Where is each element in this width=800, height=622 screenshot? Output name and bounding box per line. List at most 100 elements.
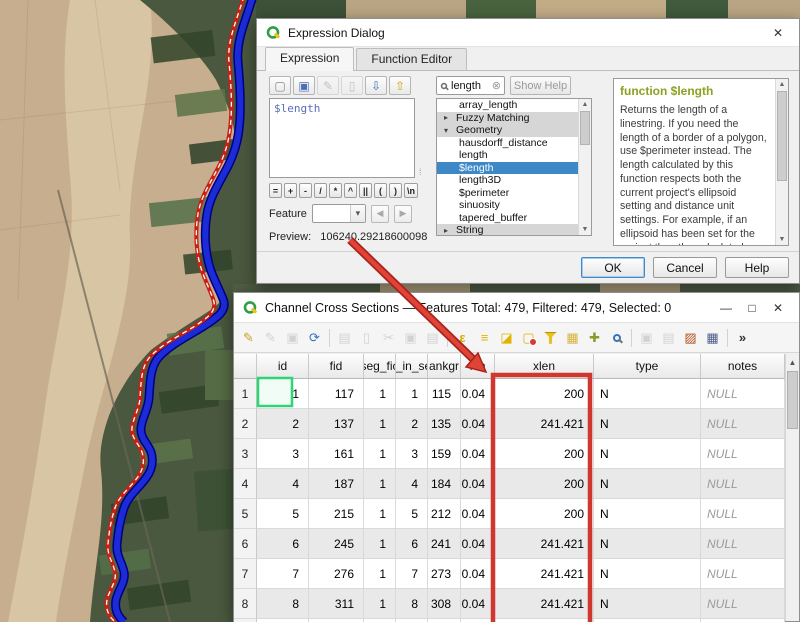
scroll-up-icon[interactable]: ▲ xyxy=(779,79,786,90)
cell-seg_fic[interactable]: 1 xyxy=(364,469,396,499)
cell-fid[interactable]: 215 xyxy=(309,499,364,529)
column-header-type[interactable]: type xyxy=(594,354,701,379)
cell-type[interactable]: N xyxy=(594,499,701,529)
row-number[interactable]: 1 xyxy=(234,379,257,409)
cell-id[interactable]: 6 xyxy=(257,529,309,559)
cell-fcn[interactable]: 0.04 xyxy=(461,529,495,559)
cell-xlen[interactable]: 241.421 xyxy=(495,409,594,439)
cell-r_in_se[interactable]: 6 xyxy=(396,529,428,559)
cell-type[interactable]: N xyxy=(594,379,701,409)
operator-button[interactable]: ) xyxy=(389,183,402,198)
cell-fid[interactable]: 187 xyxy=(309,469,364,499)
cell-notes[interactable]: NULL xyxy=(701,409,785,439)
cell-r_in_se[interactable]: 7 xyxy=(396,559,428,589)
next-feature-button[interactable]: ▶ xyxy=(394,205,412,223)
cell-type[interactable]: N xyxy=(594,589,701,619)
feature-combobox[interactable]: ▾ xyxy=(312,204,366,223)
cell-ankgr[interactable]: 273 xyxy=(428,559,461,589)
filter-form-icon[interactable] xyxy=(540,327,561,348)
import-expressions-icon[interactable]: ⇩ xyxy=(365,76,387,95)
chevron-right-icon[interactable]: ▸ xyxy=(444,113,452,122)
cell-seg_fic[interactable]: 1 xyxy=(364,379,396,409)
cancel-button[interactable]: Cancel xyxy=(653,257,717,278)
tab-expression[interactable]: Expression xyxy=(265,47,354,71)
cell-xlen[interactable]: 200 xyxy=(495,439,594,469)
cell-xlen[interactable]: 241.421 xyxy=(495,529,594,559)
select-all-icon[interactable]: ≡ xyxy=(474,327,495,348)
tree-item-hausdorff-distance[interactable]: hausdorff_distance xyxy=(437,137,578,150)
tree-item-string[interactable]: ▸String xyxy=(437,224,578,236)
cell-type[interactable]: N xyxy=(594,409,701,439)
row-number[interactable]: 8 xyxy=(234,589,257,619)
cell-seg_fic[interactable]: 1 xyxy=(364,559,396,589)
cell-ankgr[interactable]: 212 xyxy=(428,499,461,529)
scroll-up-icon[interactable]: ▲ xyxy=(582,99,589,110)
toggle-editing-icon[interactable]: ✎ xyxy=(238,327,259,348)
column-header-fid[interactable]: fid xyxy=(309,354,364,379)
invert-selection-icon[interactable]: ◪ xyxy=(496,327,517,348)
column-header-r_in_se[interactable]: r_in_se xyxy=(396,354,428,379)
tree-item-tapered-buffer[interactable]: tapered_buffer xyxy=(437,212,578,225)
paste-cells-icon[interactable]: ▤ xyxy=(658,327,679,348)
cell-fid[interactable]: 311 xyxy=(309,589,364,619)
conditional-formatting-icon[interactable]: ▨ xyxy=(680,327,701,348)
cell-r_in_se[interactable]: 8 xyxy=(396,589,428,619)
scroll-up-icon[interactable]: ▲ xyxy=(786,354,799,370)
cell-fid[interactable]: 276 xyxy=(309,559,364,589)
zoom-to-selection-icon[interactable] xyxy=(606,327,627,348)
previous-feature-button[interactable]: ◀ xyxy=(371,205,389,223)
cell-id[interactable]: 7 xyxy=(257,559,309,589)
cell-notes[interactable]: NULL xyxy=(701,589,785,619)
cell-r_in_se[interactable]: 5 xyxy=(396,499,428,529)
copy-cells-icon[interactable]: ▣ xyxy=(636,327,657,348)
cell-notes[interactable]: NULL xyxy=(701,499,785,529)
scroll-down-icon[interactable]: ▼ xyxy=(779,234,786,245)
more-tools-icon[interactable]: » xyxy=(732,327,753,348)
cell-type[interactable]: N xyxy=(594,559,701,589)
cell-type[interactable]: N xyxy=(594,469,701,499)
cell-notes[interactable]: NULL xyxy=(701,529,785,559)
multi-edit-icon[interactable]: ✎ xyxy=(260,327,281,348)
cell-fid[interactable]: 161 xyxy=(309,439,364,469)
cell-xlen[interactable]: 200 xyxy=(495,379,594,409)
cut-features-icon[interactable]: ✂ xyxy=(378,327,399,348)
cell-xlen[interactable]: 200 xyxy=(495,469,594,499)
cell-notes[interactable]: NULL xyxy=(701,469,785,499)
cell-id[interactable]: 1 xyxy=(257,379,309,409)
tree-item--length[interactable]: $length xyxy=(437,162,578,175)
cell-ankgr[interactable]: 308 xyxy=(428,589,461,619)
maximize-icon[interactable]: □ xyxy=(739,297,765,319)
export-expressions-icon[interactable]: ⇧ xyxy=(389,76,411,95)
cell-xlen[interactable]: 200 xyxy=(495,499,594,529)
cell-notes[interactable]: NULL xyxy=(701,379,785,409)
reload-table-icon[interactable]: ⟳ xyxy=(304,327,325,348)
cell-id[interactable]: 2 xyxy=(257,409,309,439)
operator-button[interactable]: / xyxy=(314,183,327,198)
cell-type[interactable]: N xyxy=(594,439,701,469)
chevron-right-icon[interactable]: ▸ xyxy=(444,226,452,235)
cell-ankgr[interactable]: 135 xyxy=(428,409,461,439)
column-header-xlen[interactable]: xlen xyxy=(495,354,594,379)
copy-features-icon[interactable]: ▣ xyxy=(400,327,421,348)
cell-seg_fic[interactable]: 1 xyxy=(364,439,396,469)
column-header-notes[interactable]: notes xyxy=(701,354,785,379)
row-number[interactable]: 4 xyxy=(234,469,257,499)
add-feature-icon[interactable]: ▤ xyxy=(334,327,355,348)
cell-ankgr[interactable]: 115 xyxy=(428,379,461,409)
operator-button[interactable]: \n xyxy=(404,183,418,198)
help-scrollbar[interactable]: ▲ ▼ xyxy=(775,79,788,245)
row-number[interactable]: 2 xyxy=(234,409,257,439)
cell-fcn[interactable]: 0.04 xyxy=(461,379,495,409)
scroll-down-icon[interactable]: ▼ xyxy=(582,224,589,235)
tree-item-length[interactable]: length xyxy=(437,149,578,162)
cell-fcn[interactable]: 0.04 xyxy=(461,469,495,499)
cell-seg_fic[interactable]: 1 xyxy=(364,589,396,619)
cell-fcn[interactable]: 0.04 xyxy=(461,559,495,589)
dock-table-icon[interactable]: ▦ xyxy=(702,327,723,348)
tab-function-editor[interactable]: Function Editor xyxy=(356,48,467,70)
tree-item-fuzzy-matching[interactable]: ▸Fuzzy Matching xyxy=(437,112,578,125)
minimize-icon[interactable]: — xyxy=(713,297,739,319)
tree-item-sinuosity[interactable]: sinuosity xyxy=(437,199,578,212)
save-expression-icon[interactable]: ▣ xyxy=(293,76,315,95)
save-edits-icon[interactable]: ▣ xyxy=(282,327,303,348)
